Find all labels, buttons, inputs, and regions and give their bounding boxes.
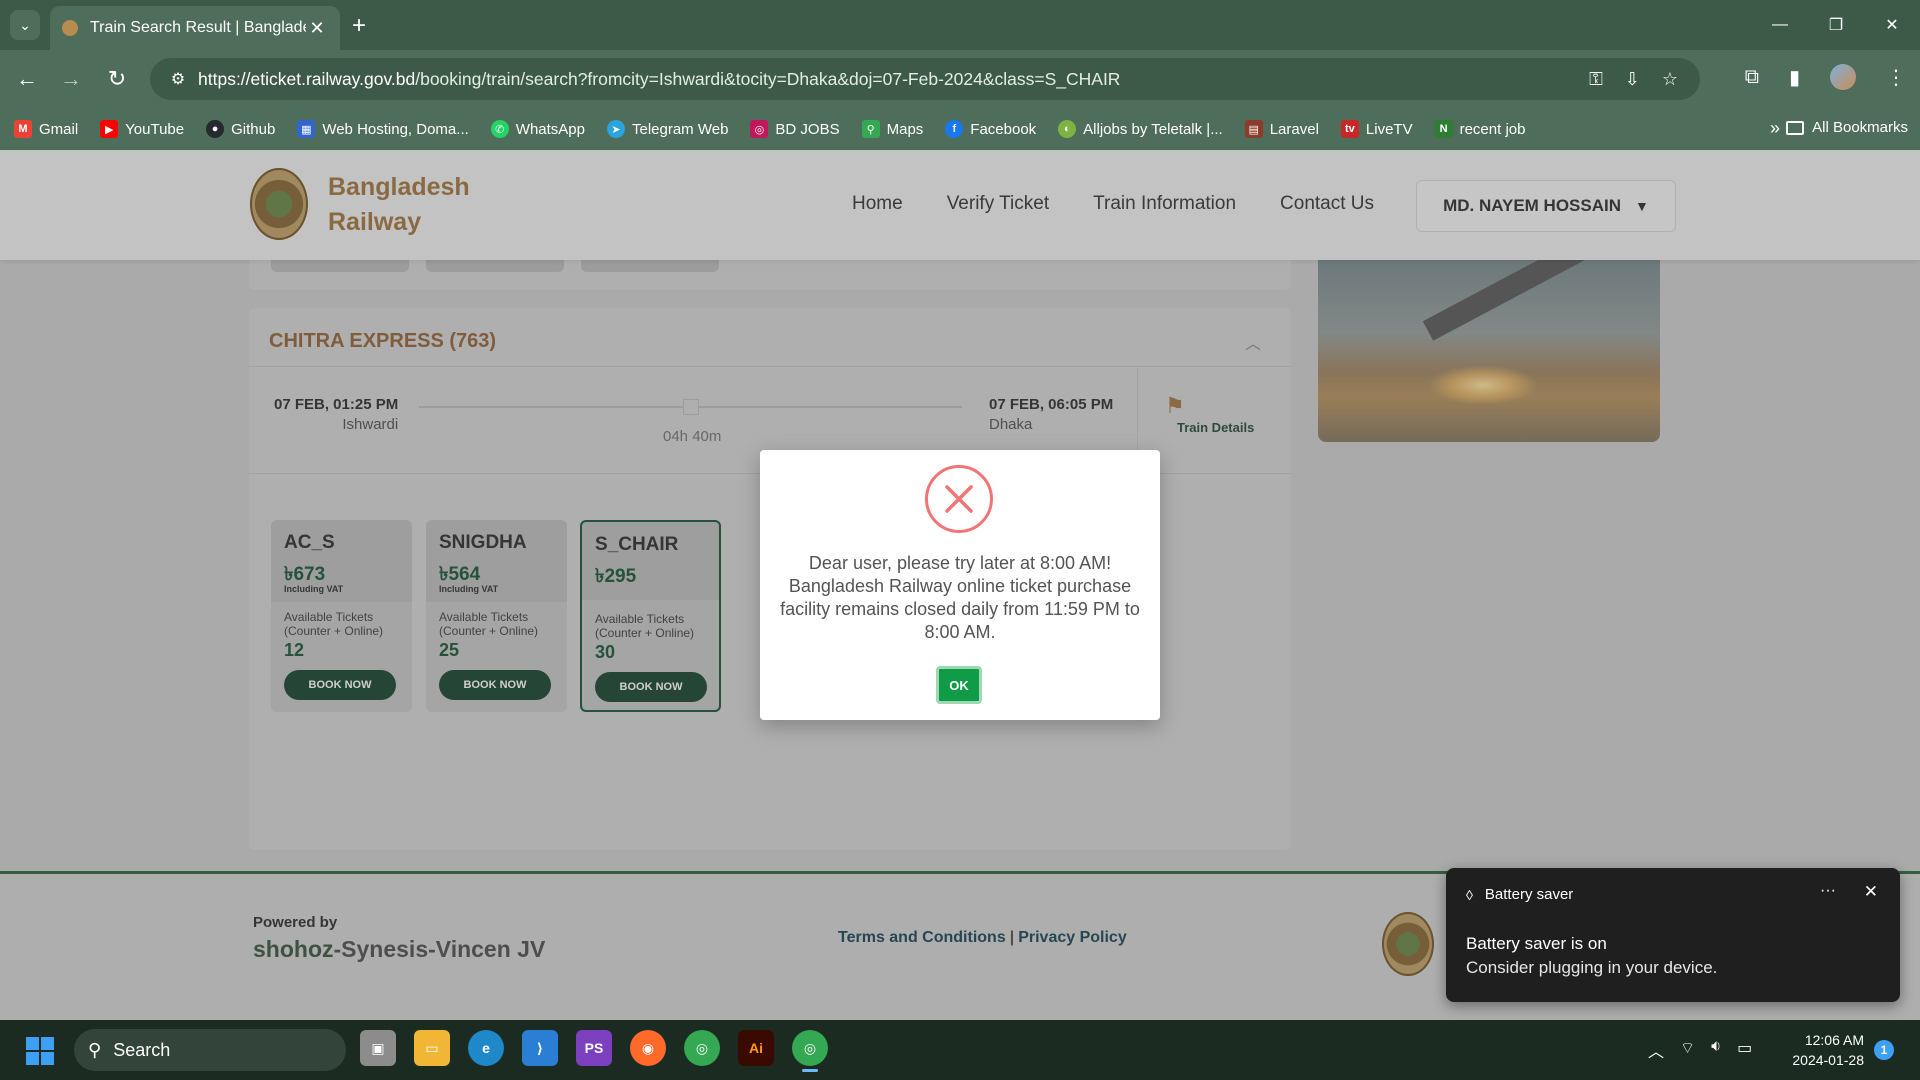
dialog-message: Dear user, please try later at 8:00 AM! …: [780, 553, 1140, 642]
side-panel-icon[interactable]: ▮: [1789, 65, 1800, 90]
site-info-icon[interactable]: ⚙: [158, 69, 198, 89]
browser-tabbar: ⌄ Train Search Result | Bangladesh ✕ + —…: [0, 0, 1920, 50]
bookmark-hosting[interactable]: ▦ Web Hosting, Doma...: [297, 120, 469, 138]
task-view-icon[interactable]: ▣: [360, 1030, 396, 1066]
close-icon[interactable]: ✕: [1864, 882, 1878, 902]
railway-favicon-icon: [62, 20, 78, 36]
extensions-icon[interactable]: ⧉: [1745, 66, 1759, 89]
taskbar-search[interactable]: ⚲ Search: [74, 1029, 346, 1071]
close-window-icon[interactable]: ✕: [1864, 0, 1920, 50]
taskbar-apps: ▣ ▭ e ⟩ PS ◉ ◎ Ai ◎: [360, 1030, 828, 1072]
telegram-icon: ➤: [606, 120, 625, 138]
window-controls: — ❐ ✕: [1752, 0, 1920, 50]
volume-icon[interactable]: 🔉︎: [1711, 1038, 1721, 1062]
laravel-icon: ▤: [1244, 120, 1263, 138]
browser-menu-icon[interactable]: ⋮: [1886, 65, 1906, 90]
more-options-icon[interactable]: ···: [1820, 882, 1836, 900]
whatsapp-icon: ✆: [490, 120, 509, 138]
chrome-profile-icon[interactable]: ◎: [792, 1030, 828, 1072]
livetv-icon: tv: [1340, 120, 1359, 138]
notification-badge[interactable]: 1: [1874, 1040, 1894, 1060]
tab-title: Train Search Result | Bangladesh: [90, 19, 306, 36]
bookmark-recent-job[interactable]: Nrecent job: [1434, 120, 1525, 138]
error-x-icon: [925, 465, 993, 533]
bookmark-gmail[interactable]: M Gmail: [14, 120, 78, 138]
reload-icon[interactable]: ↻: [102, 64, 132, 94]
chevron-up-icon[interactable]: ︿: [1648, 1038, 1664, 1062]
browser-toolbar: ← → ↻ ⚙ https://eticket.railway.gov.bd/b…: [0, 50, 1920, 108]
recentjob-icon: N: [1434, 120, 1453, 138]
bdjobs-icon: ◎: [750, 120, 769, 138]
install-app-icon[interactable]: ⇩: [1625, 69, 1640, 90]
toolbar-right: ⧉ ▮ ⋮: [1745, 64, 1906, 90]
bookmark-bdjobs[interactable]: ◎ BD JOBS: [750, 120, 840, 138]
gmail-icon: M: [14, 120, 32, 138]
omnibox-actions: ⚿ ⇩ ☆: [1589, 69, 1678, 90]
more-bookmarks-icon[interactable]: »: [1770, 118, 1780, 139]
tab-search-button[interactable]: ⌄: [10, 10, 40, 40]
battery-saver-notification: ◊ Battery saver ··· ✕ Battery saver is on…: [1446, 868, 1900, 1002]
bookmark-whatsapp[interactable]: ✆ WhatsApp: [490, 120, 585, 138]
toast-heading: Battery saver is on: [1466, 934, 1607, 953]
toast-title: Battery saver: [1484, 886, 1574, 903]
file-explorer-icon[interactable]: ▭: [414, 1030, 450, 1066]
phpstorm-icon[interactable]: PS: [576, 1030, 612, 1066]
vscode-icon[interactable]: ⟩: [522, 1030, 558, 1066]
firefox-icon[interactable]: ◉: [630, 1030, 666, 1066]
illustrator-icon[interactable]: Ai: [738, 1030, 774, 1066]
start-windows-icon[interactable]: [26, 1037, 54, 1065]
new-tab-button[interactable]: +: [352, 12, 366, 40]
password-key-icon[interactable]: ⚿: [1589, 69, 1603, 90]
profile-avatar[interactable]: [1830, 64, 1856, 90]
bookmark-facebook[interactable]: f Facebook: [945, 120, 1036, 138]
maps-icon: ⚲: [861, 120, 880, 138]
folder-icon: [1786, 120, 1805, 135]
facebook-icon: f: [945, 120, 964, 138]
bookmark-github[interactable]: ● Github: [206, 120, 275, 138]
bookmark-maps[interactable]: ⚲ Maps: [861, 120, 923, 138]
search-icon: ⚲: [88, 1039, 102, 1060]
minimize-icon[interactable]: —: [1752, 0, 1808, 50]
toast-body: Consider plugging in your device.: [1466, 958, 1718, 977]
wifi-icon[interactable]: ⌔: [1680, 1038, 1695, 1062]
all-bookmarks-button[interactable]: All Bookmarks: [1786, 119, 1908, 136]
youtube-icon: ▶: [100, 120, 119, 138]
system-tray: ︿ ⌔ 🔉︎ ▭: [1648, 1038, 1752, 1062]
bookmarks-bar: M Gmail ▶ YouTube ● Github ▦ Web Hosting, Do…: [0, 108, 1920, 150]
bookmark-youtube[interactable]: ▶ YouTube: [100, 120, 184, 138]
ok-button[interactable]: OK: [936, 666, 982, 704]
teletalk-icon: ◐: [1058, 120, 1077, 138]
bookmark-livetv[interactable]: tv LiveTV: [1340, 120, 1413, 138]
bookmark-laravel[interactable]: ▤ Laravel: [1244, 120, 1319, 138]
browser-tab[interactable]: Train Search Result | Bangladesh ✕: [50, 6, 340, 50]
forward-icon[interactable]: →: [56, 64, 86, 94]
github-icon: ●: [206, 120, 225, 138]
bookmark-star-icon[interactable]: ☆: [1662, 69, 1678, 90]
back-icon[interactable]: ←: [12, 64, 42, 94]
error-dialog: Dear user, please try later at 8:00 AM! …: [760, 450, 1160, 720]
edge-icon[interactable]: e: [468, 1030, 504, 1066]
hosting-icon: ▦: [297, 120, 316, 138]
system-clock[interactable]: 12:06 AM 2024-01-28: [1784, 1030, 1864, 1070]
bookmark-telegram[interactable]: ➤ Telegram Web: [606, 120, 728, 138]
close-tab-icon[interactable]: ✕: [306, 18, 328, 39]
url-text[interactable]: https://eticket.railway.gov.bd/booking/t…: [198, 69, 1589, 90]
battery-saver-icon: ◊: [1466, 886, 1473, 903]
chrome-icon[interactable]: ◎: [684, 1030, 720, 1066]
bookmark-teletalk[interactable]: ◐ Alljobs by Teletalk |...: [1058, 120, 1223, 138]
taskbar: ⚲ Search ▣ ▭ e ⟩ PS ◉ ◎ Ai ◎ ︿ ⌔ 🔉︎ ▭ 12:…: [0, 1020, 1920, 1080]
address-bar[interactable]: ⚙ https://eticket.railway.gov.bd/booking…: [150, 58, 1700, 100]
battery-icon[interactable]: ▭: [1737, 1038, 1752, 1062]
restore-icon[interactable]: ❐: [1808, 0, 1864, 50]
